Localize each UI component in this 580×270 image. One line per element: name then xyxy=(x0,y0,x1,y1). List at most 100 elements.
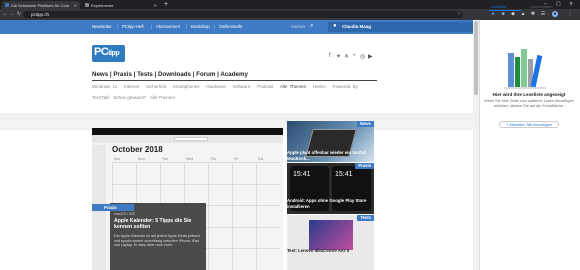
subnav-link[interactable]: Schon gewusst? xyxy=(113,95,146,100)
subnav-link[interactable]: Alle Themen xyxy=(280,84,306,89)
tab-leseliste[interactable]: Leseliste xyxy=(491,4,507,9)
phone-clock: 15:41 xyxy=(335,171,353,178)
calendar-cell xyxy=(232,205,256,227)
feature-title[interactable]: Apple Kalender: 5 Tipps die Sie kennen s… xyxy=(114,218,202,230)
weekday-label: Sat xyxy=(258,157,264,161)
nav-abonnement[interactable]: Abonnement xyxy=(156,24,180,29)
subnav-link[interactable]: Powered By xyxy=(333,84,358,89)
extension-icon[interactable]: ■ xyxy=(500,11,506,17)
weekday-label: Wed xyxy=(186,157,194,161)
forward-icon[interactable]: → xyxy=(9,11,15,17)
sub-nav-row-2: TechTalk Schon gewusst? Alle Themen xyxy=(92,95,175,100)
nav-pctipp-heft[interactable]: PCtipp-Heft xyxy=(122,24,144,29)
back-icon[interactable]: ← xyxy=(2,11,8,17)
close-panel-icon[interactable]: ✕ xyxy=(569,3,573,9)
subnav-link[interactable]: Smartphones xyxy=(173,84,200,89)
weekday-label: Tue xyxy=(162,157,168,161)
nav-forum[interactable]: Forum xyxy=(196,71,215,78)
nav-academy[interactable]: Academy xyxy=(220,71,248,78)
tab-pctipp[interactable]: Die Schweizer Plattform für Com ✕ xyxy=(2,1,80,9)
maximize-button[interactable]: ▢ xyxy=(556,1,561,7)
active-tab-indicator xyxy=(489,10,521,11)
monitor-illustration xyxy=(309,220,353,250)
calendar-cell xyxy=(112,162,136,184)
scrollbar-thumb[interactable] xyxy=(474,21,478,95)
add-current-tab-button[interactable]: + Aktuellen Tab hinzufügen xyxy=(499,121,559,128)
article-image[interactable]: Tests xyxy=(287,215,374,270)
extensions-icon[interactable]: ✱ xyxy=(530,11,536,17)
subnav-link[interactable]: TechTalk xyxy=(92,95,110,100)
extension-icon[interactable]: ▲ xyxy=(520,11,526,17)
nav-news[interactable]: News xyxy=(92,71,108,78)
new-tab-button[interactable]: + xyxy=(164,1,168,8)
calendar-month: October 2018 xyxy=(112,145,163,154)
nav-praxis[interactable]: Praxis xyxy=(113,71,132,78)
category-badge[interactable]: Tests xyxy=(357,215,374,221)
calendar-cell xyxy=(208,162,232,184)
feature-overlay[interactable]: macOS / iOS Apple Kalender: 5 Tipps die … xyxy=(110,203,206,270)
books-illustration-icon xyxy=(504,49,546,89)
subnav-link[interactable]: Sicherheit xyxy=(146,84,166,89)
calendar-cell xyxy=(208,248,232,270)
tab-lesezeichen[interactable]: Lesezeichen xyxy=(530,4,552,9)
weekday-label: Fri xyxy=(234,157,239,161)
search-input[interactable]: Suchen xyxy=(291,24,305,29)
calendar-cell xyxy=(160,183,184,206)
category-badge[interactable]: Praxis xyxy=(355,163,374,169)
subnav-link[interactable]: Internet xyxy=(124,84,139,89)
address-bar[interactable]: pctipp.ch xyxy=(23,11,463,18)
category-badge[interactable]: News xyxy=(357,121,374,127)
extension-icon[interactable]: ● xyxy=(490,11,496,17)
star-icon[interactable]: ☆ xyxy=(456,11,462,17)
calendar-cell xyxy=(256,226,280,249)
calendar-cell xyxy=(232,183,256,206)
search-icon[interactable]: ⌕ xyxy=(310,23,313,30)
article-title[interactable]: Apple plant offenbar wieder ein 16-Zoll … xyxy=(287,150,374,161)
calendar-cell xyxy=(256,183,280,206)
twitter-icon[interactable]: ✦ xyxy=(336,53,341,60)
xing-icon[interactable]: ✕ xyxy=(344,53,349,60)
user-name: Claudia Maag xyxy=(342,24,372,29)
nav-downloads[interactable]: Downloads xyxy=(158,71,191,78)
logo-main: PC xyxy=(94,46,109,58)
nav-newsletter[interactable]: Newsletter xyxy=(92,24,112,29)
youtube-icon[interactable]: ▶ xyxy=(368,53,373,60)
user-icon: ● xyxy=(333,23,337,29)
weekday-label: Thu xyxy=(210,157,217,161)
weekday-label: Mon xyxy=(138,157,145,161)
nav-divider xyxy=(92,80,377,81)
user-box[interactable]: ● Claudia Maag xyxy=(328,22,473,32)
close-tab-icon[interactable]: ✕ xyxy=(154,3,157,8)
rss-icon[interactable]: ◔ xyxy=(352,53,356,59)
reading-list-icon[interactable]: ☰ xyxy=(540,11,546,17)
experiment-favicon-icon xyxy=(85,3,89,7)
subnav-link[interactable]: Alle Themen xyxy=(150,95,175,100)
reload-icon[interactable]: ↻ xyxy=(16,11,22,17)
profile-icon[interactable]: ● xyxy=(552,11,558,17)
subnav-link[interactable]: Hardware xyxy=(206,84,226,89)
extension-icon[interactable]: ◆ xyxy=(510,11,516,17)
facebook-icon[interactable]: f xyxy=(329,53,331,59)
nav-stellenmarkt[interactable]: Stellenmarkt xyxy=(219,24,242,29)
instagram-icon[interactable]: ◎ xyxy=(360,53,365,60)
article-title[interactable]: Test: Lenovo IdeaCentre AIO 5 xyxy=(287,248,374,254)
article-title[interactable]: Android: Apps ohne Google Play Store ins… xyxy=(287,198,374,209)
tab-experimente[interactable]: Experimente ✕ xyxy=(82,1,160,9)
tab-label: Die Schweizer Plattform für Com xyxy=(11,2,70,8)
weekday-label: Sun xyxy=(114,157,121,161)
subnav-link[interactable]: Heimn xyxy=(313,84,326,89)
calendar-cell xyxy=(112,183,136,206)
phone-clock: 15:41 xyxy=(293,171,311,178)
nav-bookshop[interactable]: Bookshop xyxy=(191,24,210,29)
subnav-link[interactable]: Windows 11 xyxy=(92,84,117,89)
calendar-cell xyxy=(208,226,232,249)
subnav-link[interactable]: Podcast xyxy=(257,84,273,89)
menu-icon[interactable]: ⋮ xyxy=(567,11,573,17)
nav-tests[interactable]: Tests xyxy=(137,71,153,78)
divider: | xyxy=(214,24,216,29)
close-tab-icon[interactable]: ✕ xyxy=(74,3,77,8)
feature-meta: macOS / iOS xyxy=(114,212,135,216)
category-badge[interactable]: Praxis xyxy=(92,204,134,211)
pctipp-logo[interactable]: PCtipp xyxy=(92,45,125,62)
subnav-link[interactable]: Software xyxy=(233,84,251,89)
